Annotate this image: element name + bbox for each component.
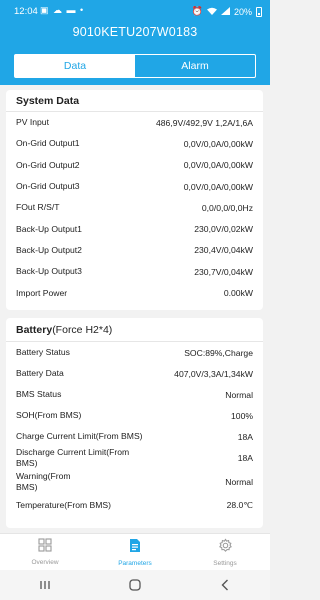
row-label: Back-Up Output1 xyxy=(16,223,82,234)
data-row: On-Grid Output2 0,0V/0,0A/0,00kW xyxy=(6,155,263,176)
alarm-icon: ⏰ xyxy=(191,6,203,16)
row-label: SOH(From BMS) xyxy=(16,410,82,420)
data-row: On-Grid Output1 0,0V/0,0A/0,00kW xyxy=(6,133,263,154)
row-value: SOC:89%,Charge xyxy=(184,347,253,358)
row-label: Import Power xyxy=(16,287,68,298)
row-label: On-Grid Output2 xyxy=(16,159,80,170)
grid-icon xyxy=(38,538,52,557)
nav-overview-label: Overview xyxy=(31,559,59,566)
gear-icon xyxy=(218,537,233,558)
status-right: ⏰ 20% xyxy=(192,6,262,17)
row-value: 0,0V/0,0A/0,00kW xyxy=(183,138,253,149)
data-row: FOut R/S/T 0,0/0,0/0,0Hz xyxy=(6,197,263,218)
battery-model: (Force H2*4) xyxy=(52,323,113,336)
row-label: Warning(From BMS) xyxy=(16,470,71,492)
data-row: Back-Up Output1 230,0V/0,02kW xyxy=(6,218,263,239)
nav-overview[interactable]: Overview xyxy=(0,534,90,570)
app-header: 12:04 ▣ ☁ ▬ • ⏰ 20% 9010KETU207W0183 Dat… xyxy=(0,0,270,85)
battery-card: Battery (Force H2*4) Battery Status SOC:89… xyxy=(6,318,263,528)
status-bar: 12:04 ▣ ☁ ▬ • ⏰ 20% xyxy=(0,0,270,22)
row-label: On-Grid Output3 xyxy=(16,181,80,192)
system-navigation-bar xyxy=(0,570,270,600)
data-row: BMS Status Normal xyxy=(6,384,263,405)
system-data-title: System Data xyxy=(6,90,263,112)
row-value: Normal xyxy=(225,476,253,487)
bottom-nav: Overview Parameters Settings xyxy=(0,533,270,570)
battery-title-text: Battery xyxy=(16,323,53,336)
notification-icons: ▣ ☁ ▬ • xyxy=(40,5,85,15)
data-row: On-Grid Output3 0,0V/0,0A/0,00kW xyxy=(6,176,263,197)
row-value: 0,0V/0,0A/0,00kW xyxy=(183,181,253,192)
row-label: On-Grid Output1 xyxy=(16,138,80,149)
nav-settings-label: Settings xyxy=(213,559,237,567)
tab-bar: Data Alarm xyxy=(14,54,256,78)
status-time: 12:04 xyxy=(14,6,38,17)
data-row: Temperature(From BMS) 28.0℃ xyxy=(6,495,263,516)
data-row: Warning(From BMS) Normal xyxy=(6,468,263,495)
row-value: 18A xyxy=(237,431,253,442)
row-value: 0.00kW xyxy=(223,288,253,299)
data-row: Charge Current Limit(From BMS) 18A xyxy=(6,426,263,447)
row-value: 230,4V/0,04kW xyxy=(194,245,253,256)
row-label: Back-Up Output2 xyxy=(16,244,82,255)
battery-icon xyxy=(256,6,262,17)
data-row: Discharge Current Limit(From BMS) 18A xyxy=(6,447,263,468)
row-value: 28.0℃ xyxy=(226,500,253,510)
row-value: 486,9V/492,9V 1,2A/1,6A xyxy=(156,117,253,128)
row-label: FOut R/S/T xyxy=(16,202,60,213)
data-row: Battery Status SOC:89%,Charge xyxy=(6,342,263,363)
row-value: 0,0V/0,0A/0,00kW xyxy=(183,160,253,171)
back-button[interactable] xyxy=(210,575,240,595)
row-value: Normal xyxy=(225,389,253,400)
system-data-card: System Data PV Input 486,9V/492,9V 1,2A/1… xyxy=(6,90,263,310)
data-row: SOH(From BMS) 100% xyxy=(6,405,263,426)
row-label: Battery Status xyxy=(16,347,70,357)
data-row: Back-Up Output3 230,7V/0,04kW xyxy=(6,261,263,282)
signal-icon xyxy=(220,6,230,17)
document-icon xyxy=(128,538,142,558)
tab-alarm[interactable]: Alarm xyxy=(135,55,255,77)
row-value: 0,0/0,0/0,0Hz xyxy=(201,202,253,213)
recent-apps-button[interactable] xyxy=(30,575,60,595)
row-value: 100% xyxy=(231,410,253,421)
row-label: Discharge Current Limit(From BMS) xyxy=(16,446,130,468)
battery-title: Battery (Force H2*4) xyxy=(6,318,263,342)
nav-settings[interactable]: Settings xyxy=(180,534,270,570)
row-value: 18A xyxy=(237,452,253,463)
row-label: Battery Data xyxy=(16,368,64,378)
nav-parameters[interactable]: Parameters xyxy=(90,534,180,570)
row-label: BMS Status xyxy=(16,389,62,399)
row-label: Charge Current Limit(From BMS) xyxy=(16,431,143,441)
wifi-icon xyxy=(206,7,217,17)
battery-percent: 20% xyxy=(233,6,252,17)
row-value: 230,7V/0,04kW xyxy=(194,266,253,277)
data-row: Battery Data 407,0V/3,3A/1,34kW xyxy=(6,363,263,384)
data-row: PV Input 486,9V/492,9V 1,2A/1,6A xyxy=(6,112,263,133)
row-value: 407,0V/3,3A/1,34kW xyxy=(174,368,253,379)
row-value: 230,0V/0,02kW xyxy=(194,224,253,235)
tab-data[interactable]: Data xyxy=(15,55,135,77)
nav-parameters-label: Parameters xyxy=(118,559,152,567)
home-button[interactable] xyxy=(120,575,150,595)
row-label: PV Input xyxy=(16,117,49,128)
row-label: Back-Up Output3 xyxy=(16,266,82,277)
device-id-title: 9010KETU207W0183 xyxy=(72,25,198,39)
data-row: Import Power 0.00kW xyxy=(6,282,263,303)
row-label: Temperature(From BMS) xyxy=(16,500,112,510)
data-row: Back-Up Output2 230,4V/0,04kW xyxy=(6,240,263,261)
